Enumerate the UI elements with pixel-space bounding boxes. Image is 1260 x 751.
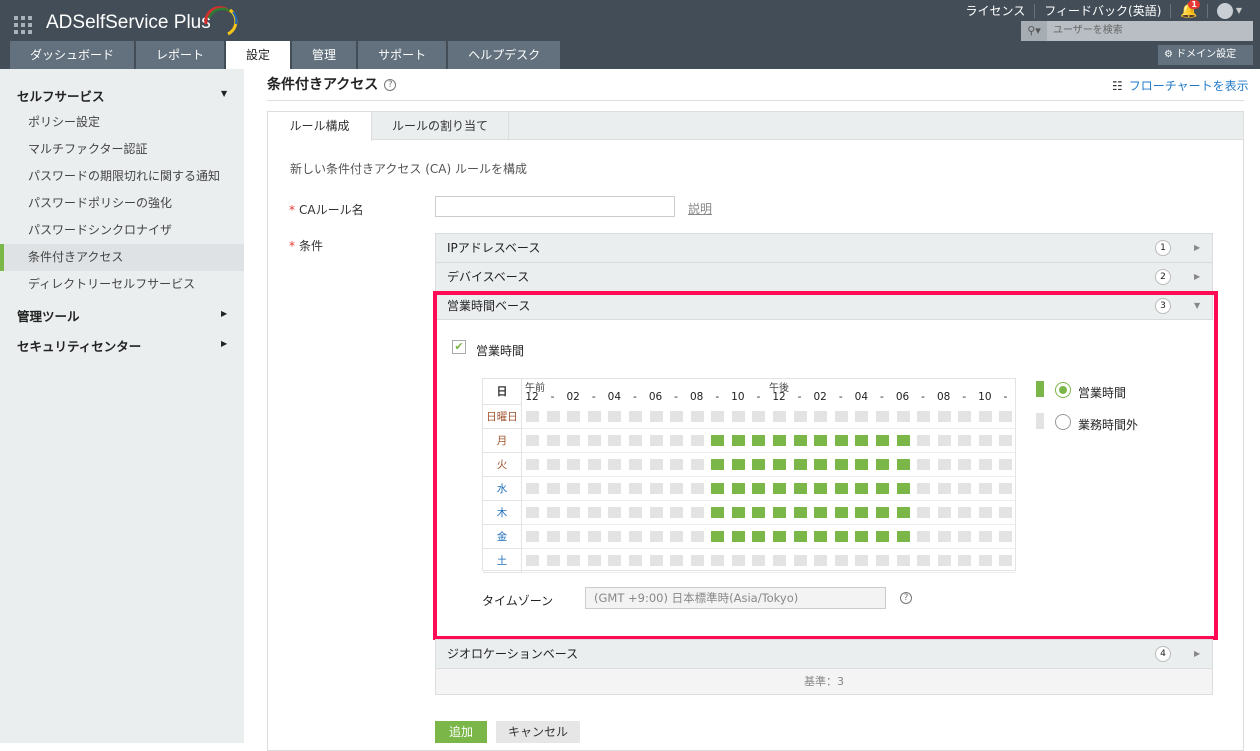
condition-geolocation-based[interactable]: ジオロケーションベース 4 ▶ bbox=[435, 639, 1213, 668]
sidebar-item[interactable]: パスワードの期限切れに関する通知 bbox=[0, 163, 244, 190]
nav-tab[interactable]: 管理 bbox=[292, 41, 357, 69]
rule-name-label: * CAルール名 bbox=[289, 203, 364, 217]
sidebar-section-selfservice[interactable]: セルフサービス bbox=[17, 86, 105, 105]
condition-ip-based[interactable]: IPアドレスベース 1 ▶ bbox=[435, 233, 1213, 262]
search-icon[interactable]: ⚲▾ bbox=[1021, 21, 1047, 41]
sidebar-item[interactable]: ポリシー設定 bbox=[0, 109, 244, 136]
chevron-down-icon[interactable]: ▼ bbox=[1236, 6, 1242, 15]
tab-rule-config[interactable]: ルール構成 bbox=[268, 112, 372, 141]
sidebar-item[interactable]: マルチファクター認証 bbox=[0, 136, 244, 163]
sidebar-section-security-center[interactable]: セキュリティセンター bbox=[17, 336, 141, 355]
sidebar-item[interactable]: パスワードシンクロナイザ bbox=[0, 217, 244, 244]
sidebar-item[interactable]: パスワードポリシーの強化 bbox=[0, 190, 244, 217]
caret-right-icon[interactable]: ▶ bbox=[221, 309, 227, 318]
app-grid-icon[interactable] bbox=[14, 16, 32, 34]
caret-right-icon: ▶ bbox=[1194, 649, 1201, 658]
form-subtitle: 新しい条件付きアクセス (CA) ルールを構成 bbox=[290, 162, 527, 176]
bell-icon[interactable]: 🔔 1 bbox=[1180, 0, 1200, 19]
caret-right-icon: ▶ bbox=[1194, 243, 1201, 252]
user-avatar-icon[interactable] bbox=[1216, 2, 1233, 19]
gear-icon: ⚙ bbox=[1164, 49, 1173, 60]
flowchart-icon: ☷ bbox=[1112, 79, 1123, 93]
sidebar-section-admin-tools[interactable]: 管理ツール bbox=[17, 306, 80, 325]
add-button[interactable]: 追加 bbox=[435, 721, 487, 743]
conditions-label: * 条件 bbox=[289, 239, 324, 253]
notification-badge: 1 bbox=[1188, 0, 1200, 9]
domain-settings-button[interactable]: ⚙ ドメイン設定 bbox=[1158, 45, 1253, 65]
flowchart-link[interactable]: ☷ フローチャートを表示 bbox=[1112, 77, 1249, 94]
description-link[interactable]: 説明 bbox=[688, 200, 712, 217]
nav-tab[interactable]: ヘルプデスク bbox=[448, 41, 561, 69]
sidebar-item[interactable]: ディレクトリーセルフサービス bbox=[0, 271, 244, 298]
license-link[interactable]: ライセンス bbox=[966, 2, 1026, 19]
nav-tab[interactable]: ダッシュボード bbox=[10, 41, 135, 69]
caret-right-icon[interactable]: ▶ bbox=[221, 339, 227, 348]
help-icon[interactable]: ? bbox=[384, 79, 397, 91]
cancel-button[interactable]: キャンセル bbox=[496, 721, 580, 743]
app-logo: ADSelfService Plus bbox=[46, 12, 211, 33]
sidebar-item[interactable]: 条件付きアクセス bbox=[0, 244, 244, 271]
tab-rule-assignment[interactable]: ルールの割り当て bbox=[372, 112, 509, 140]
page-title: 条件付きアクセス? bbox=[267, 74, 397, 94]
feedback-link[interactable]: フィードバック(英語) bbox=[1044, 2, 1161, 19]
sidebar: セルフサービス ▼ ポリシー設定 マルチファクター認証 パスワードの期限切れに関する… bbox=[0, 69, 244, 743]
rule-name-input[interactable] bbox=[435, 196, 675, 217]
nav-tab[interactable]: サポート bbox=[358, 41, 447, 69]
logo-arc-icon bbox=[204, 6, 238, 36]
main-nav: ダッシュボード レポート 設定 管理 サポート ヘルプデスク bbox=[10, 41, 562, 69]
search-input[interactable]: ユーザーを検索 bbox=[1047, 21, 1123, 41]
highlight-box bbox=[433, 291, 1218, 640]
caret-down-icon[interactable]: ▼ bbox=[221, 89, 227, 98]
divider bbox=[267, 100, 1244, 101]
nav-tab[interactable]: レポート bbox=[136, 41, 225, 69]
nav-tab[interactable]: 設定 bbox=[226, 41, 291, 69]
user-search[interactable]: ⚲▾ ユーザーを検索 bbox=[1021, 21, 1253, 41]
top-bar: ADSelfService Plus ダッシュボード レポート 設定 管理 サポート ヘル… bbox=[0, 0, 1260, 69]
caret-right-icon: ▶ bbox=[1194, 272, 1201, 281]
criteria-count: 基準：3 bbox=[435, 668, 1213, 695]
condition-device-based[interactable]: デバイスベース 2 ▶ bbox=[435, 262, 1213, 291]
